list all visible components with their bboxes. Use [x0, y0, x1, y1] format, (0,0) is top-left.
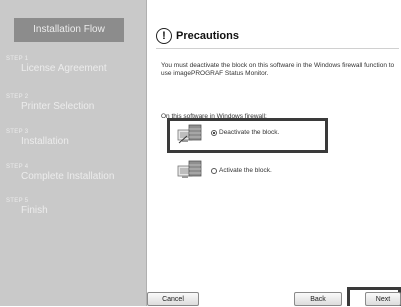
step-number: STEP 1	[6, 56, 29, 62]
activate-block-radio[interactable]	[211, 168, 217, 174]
step-license-agreement: STEP 1 License Agreement	[6, 56, 107, 75]
step-number: STEP 2	[6, 94, 29, 100]
deactivate-block-label[interactable]: Deactivate the block.	[219, 129, 279, 136]
step-finish: STEP 5 Finish	[6, 198, 48, 217]
step-printer-selection: STEP 2 Printer Selection	[6, 94, 94, 113]
step-label: Printer Selection	[21, 101, 95, 112]
precautions-panel: ! Precautions You must deactivate the bl…	[147, 0, 401, 306]
firewall-computer-icon	[177, 160, 202, 178]
back-button[interactable]: Back	[294, 292, 342, 306]
step-complete-installation: STEP 4 Complete Installation	[6, 164, 114, 183]
deactivate-block-radio[interactable]	[211, 130, 217, 136]
exclamation-icon: !	[156, 28, 172, 44]
next-button[interactable]: Next	[365, 292, 401, 306]
step-installation: STEP 3 Installation	[6, 129, 69, 148]
step-number: STEP 5	[6, 198, 29, 204]
step-label: Finish	[21, 205, 48, 216]
title-row: ! Precautions	[156, 26, 239, 46]
firewall-computer-icon	[177, 124, 202, 144]
step-number: STEP 4	[6, 164, 29, 170]
cancel-button[interactable]: Cancel	[147, 292, 199, 306]
sidebar-header: Installation Flow	[14, 18, 124, 42]
step-label: License Agreement	[21, 63, 107, 74]
activate-block-label[interactable]: Activate the block.	[219, 167, 272, 174]
precaution-message: You must deactivate the block on this so…	[161, 62, 395, 77]
page-title: Precautions	[176, 30, 239, 42]
step-label: Complete Installation	[21, 171, 115, 182]
installation-flow-sidebar: Installation Flow STEP 1 License Agreeme…	[0, 0, 146, 306]
title-divider	[156, 48, 399, 49]
step-label: Installation	[21, 136, 69, 147]
step-number: STEP 3	[6, 129, 29, 135]
